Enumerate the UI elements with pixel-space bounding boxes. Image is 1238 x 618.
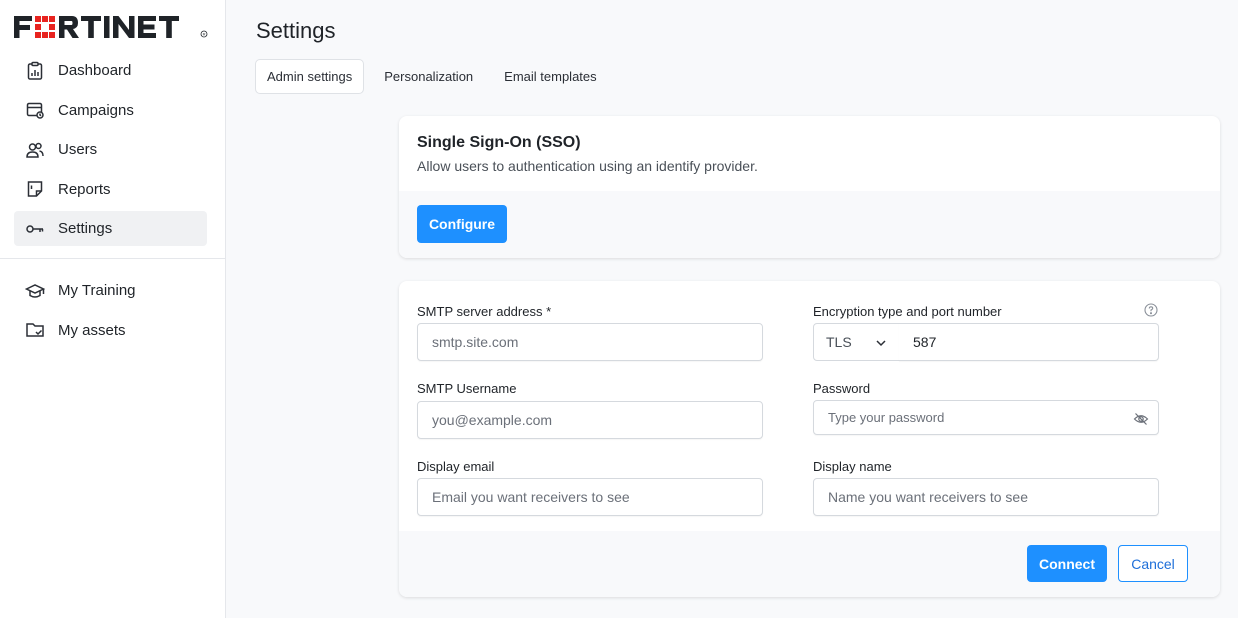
- secondary-nav: My Training My assets: [14, 273, 207, 352]
- graduation-cap-icon: [24, 280, 46, 302]
- fortinet-logo[interactable]: R: [14, 14, 210, 40]
- cancel-button[interactable]: Cancel: [1118, 545, 1188, 582]
- dashboard-icon: [24, 60, 46, 82]
- sso-title: Single Sign-On (SSO): [417, 134, 581, 151]
- encryption-label: Encryption type and port number: [813, 304, 1002, 319]
- sidebar-item-campaigns[interactable]: Campaigns: [14, 93, 207, 128]
- smtp-server-label: SMTP server address *: [417, 304, 552, 319]
- display-email-label: Display email: [417, 459, 495, 474]
- chevron-down-icon: [876, 340, 886, 347]
- sidebar-item-label: Dashboard: [58, 62, 132, 79]
- primary-nav: Dashboard Campaigns Users Reports Settin…: [14, 53, 207, 251]
- settings-tabs: Admin settings Personalization Email tem…: [255, 59, 617, 94]
- smtp-footer: Connect Cancel: [399, 531, 1220, 597]
- key-icon: [24, 218, 46, 240]
- display-name-input[interactable]: [813, 478, 1159, 516]
- sidebar-item-label: Users: [58, 141, 98, 158]
- tab-email-templates[interactable]: Email templates: [493, 59, 607, 94]
- sidebar-item-my-assets[interactable]: My assets: [14, 313, 207, 348]
- sidebar: R Dashboard Campaigns Users Reports Sett…: [0, 0, 226, 618]
- sidebar-item-users[interactable]: Users: [14, 132, 207, 167]
- smtp-username-input[interactable]: [417, 401, 763, 439]
- sso-subtitle: Allow users to authentication using an i…: [417, 158, 758, 174]
- sidebar-item-label: My Training: [58, 282, 136, 299]
- tab-personalization[interactable]: Personalization: [373, 59, 484, 94]
- port-number-input[interactable]: [899, 323, 1159, 361]
- password-input[interactable]: [813, 400, 1159, 435]
- sidebar-item-reports[interactable]: Reports: [14, 172, 207, 207]
- sidebar-item-label: Reports: [58, 180, 111, 198]
- reports-icon: [24, 178, 46, 200]
- sso-card: Single Sign-On (SSO) Allow users to auth…: [399, 116, 1220, 258]
- display-email-input[interactable]: [417, 478, 763, 516]
- help-icon[interactable]: [1144, 303, 1158, 317]
- sidebar-item-dashboard[interactable]: Dashboard: [14, 53, 207, 88]
- password-label: Password: [813, 381, 871, 396]
- connect-button[interactable]: Connect: [1027, 545, 1107, 582]
- smtp-server-input[interactable]: [417, 323, 763, 361]
- folder-check-icon: [24, 319, 46, 341]
- configure-button[interactable]: Configure: [417, 205, 507, 243]
- eye-off-icon[interactable]: [1133, 411, 1149, 427]
- display-name-label: Display name: [813, 459, 892, 474]
- sidebar-item-settings[interactable]: Settings: [14, 211, 207, 246]
- sso-footer: Configure: [399, 191, 1220, 258]
- encryption-type-select[interactable]: TLS: [813, 323, 900, 361]
- sidebar-item-my-training[interactable]: My Training: [14, 273, 207, 308]
- sidebar-item-label: My assets: [58, 321, 126, 339]
- sidebar-item-label: Settings: [58, 220, 113, 237]
- sidebar-item-label: Campaigns: [58, 101, 134, 119]
- users-icon: [24, 139, 46, 161]
- campaigns-icon: [24, 99, 46, 121]
- tab-admin-settings[interactable]: Admin settings: [255, 59, 365, 94]
- smtp-card: SMTP server address * Encryption type an…: [399, 281, 1220, 597]
- smtp-username-label: SMTP Username: [417, 381, 517, 396]
- sidebar-divider: [0, 258, 226, 259]
- encryption-type-value: TLS: [826, 334, 852, 350]
- svg-text:R: R: [203, 31, 206, 36]
- page-title: Settings: [256, 18, 336, 43]
